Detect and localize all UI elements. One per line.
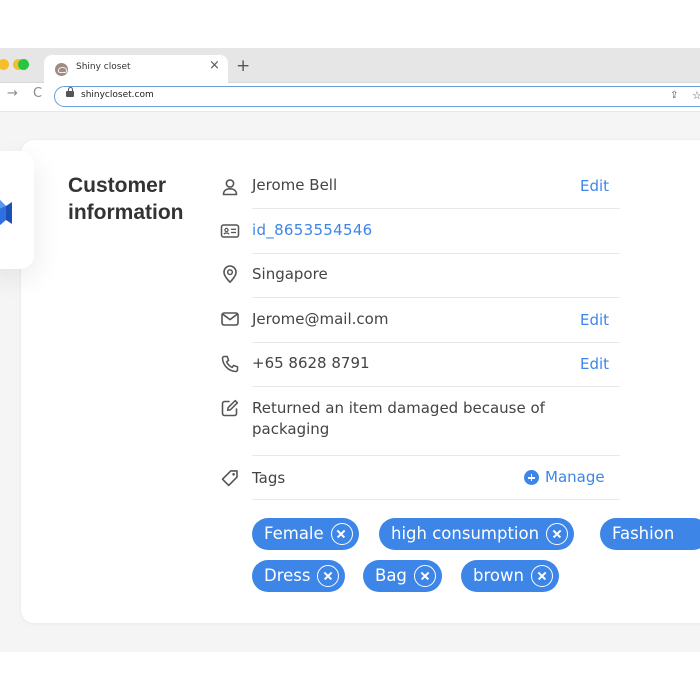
tab-title: Shiny closet	[76, 62, 131, 72]
tag-chip: Dress	[252, 560, 346, 592]
url-field[interactable]: shinycloset.com	[54, 86, 700, 107]
phone-icon	[221, 355, 239, 373]
reload-icon[interactable]: C	[33, 86, 42, 101]
tag-chip-label: Bag	[375, 566, 407, 585]
user-icon	[222, 179, 238, 196]
browser-tab[interactable]: Shiny closet ×	[44, 55, 228, 83]
mail-icon	[221, 312, 239, 326]
customer-note: Returned an item damaged because of pack…	[252, 399, 545, 438]
tag-chip: Bag	[363, 560, 442, 592]
remove-tag-icon[interactable]	[530, 565, 553, 587]
app-logo-icon	[0, 200, 12, 226]
section-heading: Customer information	[68, 174, 184, 224]
location-pin-icon	[223, 265, 237, 283]
lock-icon	[66, 87, 74, 97]
customer-email: Jerome@mail.com	[252, 310, 389, 328]
remove-tag-icon[interactable]	[317, 565, 340, 587]
manage-label: Manage	[545, 468, 605, 486]
tag-chip-label: Fashion	[612, 524, 675, 543]
customer-location: Singapore	[252, 265, 328, 283]
remove-tag-icon[interactable]	[330, 523, 353, 545]
remove-tag-icon[interactable]	[546, 523, 569, 545]
tag-chip-label: brown	[473, 566, 524, 585]
site-favicon-icon	[55, 63, 68, 76]
remove-tag-icon[interactable]	[413, 565, 436, 587]
window-zoom-dot[interactable]	[18, 59, 29, 70]
customer-phone: +65 8628 8791	[252, 354, 370, 372]
plus-circle-icon	[524, 470, 539, 485]
divider	[252, 342, 620, 343]
divider	[252, 455, 620, 456]
edit-email-link[interactable]: Edit	[580, 311, 609, 329]
divider	[252, 499, 620, 500]
share-icon[interactable]: ⇪	[670, 90, 678, 101]
divider	[252, 208, 620, 209]
tag-chip-label: high consumption	[391, 524, 540, 543]
tags-label: Tags	[252, 469, 286, 487]
divider	[252, 253, 620, 254]
forward-arrow-icon[interactable]: →	[7, 86, 18, 101]
bookmark-star-icon[interactable]: ☆	[692, 89, 700, 102]
page-footer-space	[0, 652, 700, 700]
customer-name: Jerome Bell	[252, 176, 338, 194]
url-text: shinycloset.com	[81, 90, 154, 100]
divider	[252, 386, 620, 387]
edit-phone-link[interactable]: Edit	[580, 355, 609, 373]
id-card-icon	[220, 224, 240, 238]
tag-icon	[221, 470, 238, 487]
customer-id-link[interactable]: id_8653554546	[252, 220, 373, 241]
tag-chip-label: Female	[264, 524, 324, 543]
edit-note-icon	[221, 399, 239, 417]
tab-close-icon[interactable]: ×	[209, 58, 220, 73]
tag-chip: Fashion	[600, 518, 700, 550]
divider	[252, 297, 620, 298]
tag-chip: brown	[461, 560, 559, 592]
tag-chip: Female	[252, 518, 359, 550]
new-tab-button[interactable]: +	[236, 56, 250, 76]
tag-chip: high consumption	[379, 518, 575, 550]
edit-name-link[interactable]: Edit	[580, 177, 609, 195]
tag-chip-label: Dress	[264, 566, 311, 585]
